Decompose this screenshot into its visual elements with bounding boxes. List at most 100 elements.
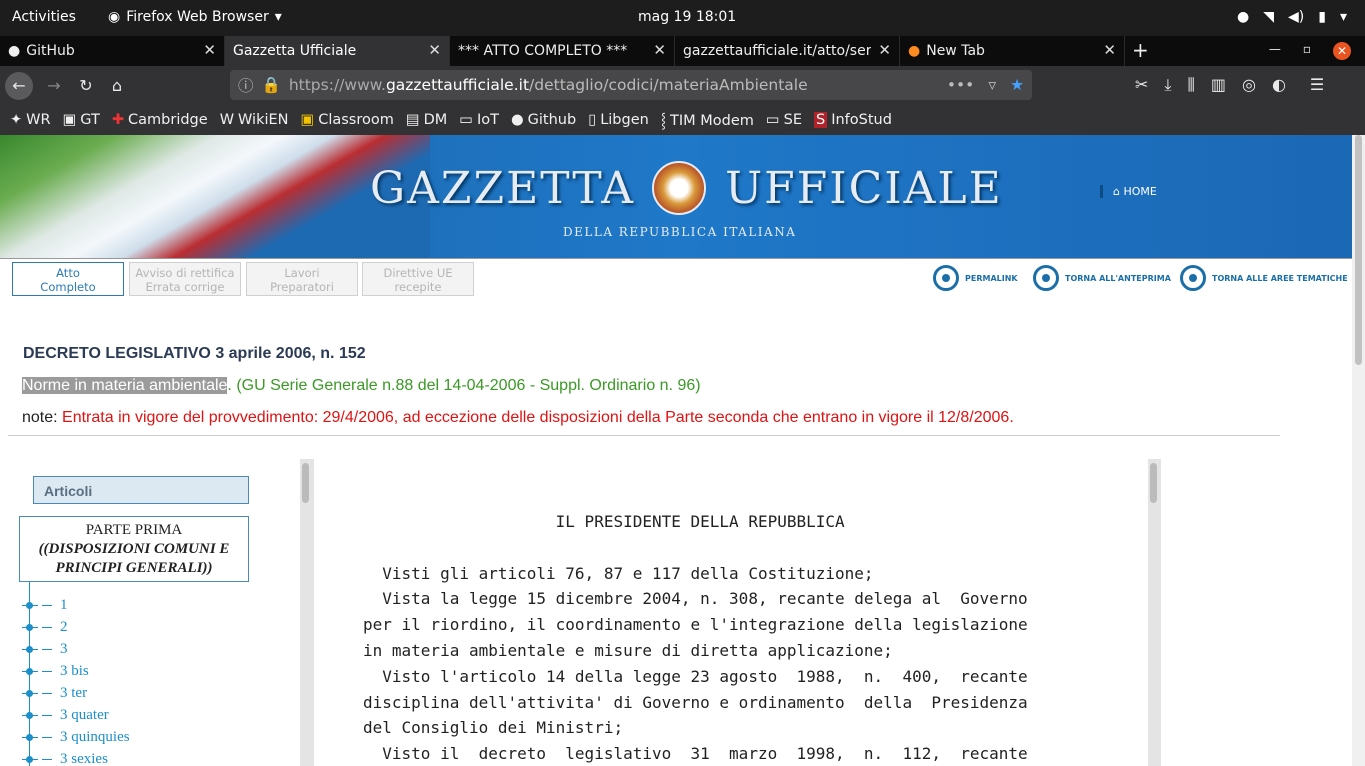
preview-icon: [1033, 265, 1059, 291]
firefox-icon: ●: [908, 43, 921, 59]
sidebar-icon[interactable]: ▥: [1211, 75, 1226, 95]
info-icon[interactable]: ⓘ: [238, 74, 254, 96]
torna-aree-tematiche-link[interactable]: TORNA ALLE AREE TEMATICHE: [1180, 265, 1348, 291]
tree-node-icon: [22, 733, 38, 741]
tab-atto-completo[interactable]: *** ATTO COMPLETO *** ✕: [450, 36, 675, 66]
bookmark-infostud[interactable]: S InfoStud: [814, 111, 892, 128]
pocket-icon[interactable]: ▿: [988, 76, 996, 94]
article-link[interactable]: 3 quinquies: [22, 727, 130, 747]
activities-button[interactable]: Activities: [12, 9, 76, 25]
minimize-button[interactable]: —: [1269, 42, 1281, 60]
tree-node-icon: [22, 623, 38, 631]
bookmark-iot[interactable]: ▭ IoT: [459, 112, 499, 128]
close-icon[interactable]: ✕: [428, 41, 441, 59]
chevron-down-icon: ▾: [274, 9, 282, 25]
articoli-header[interactable]: Articoli: [33, 476, 249, 504]
back-button[interactable]: ←: [5, 72, 33, 100]
document-toolbar: Atto Completo Avviso di rettifica Errata c…: [0, 258, 1352, 298]
library-icon[interactable]: ⫼: [1187, 75, 1194, 95]
article-link[interactable]: 3 bis: [22, 661, 89, 681]
account-icon[interactable]: ◎: [1242, 75, 1256, 95]
toolbar-right: ✂ ⤓ ⫼ ▥ ◎ ◐ ☰: [1135, 75, 1324, 95]
errata-corrige-button[interactable]: Avviso di rettifica Errata corrige: [129, 262, 241, 296]
close-icon[interactable]: ✕: [203, 41, 216, 59]
download-icon[interactable]: ⤓: [1164, 75, 1171, 95]
article-link[interactable]: 2: [22, 617, 68, 637]
new-tab-button[interactable]: +: [1132, 38, 1149, 62]
document-title: DECRETO LEGISLATIVO 3 aprile 2006, n. 15…: [23, 345, 366, 362]
classroom-icon: ▣: [300, 111, 315, 128]
tree-node-icon: [22, 689, 38, 697]
bookmark-star-icon[interactable]: ★: [1010, 76, 1024, 94]
bookmark-cambridge[interactable]: ✚ Cambridge: [112, 112, 208, 128]
document-body: IL PRESIDENTE DELLA REPUBBLICA Visti gli…: [363, 512, 1028, 764]
tab-bar: ● GitHub ✕ Gazzetta Ufficiale ✕ *** ATTO CO…: [0, 36, 1365, 66]
wifi-icon: ◥: [1263, 9, 1275, 25]
site-subtitle: DELLA REPUBBLICA ITALIANA: [563, 225, 797, 239]
articles-index: Articoli PARTE PRIMA ((DISPOSIZIONI COMUN…: [0, 460, 290, 766]
system-top-bar: Activities ◉ Firefox Web Browser ▾ mag 19 …: [0, 0, 1365, 36]
site-banner: GAZZETTA UFFICIALE DELLA REPUBBLICA ITALI…: [0, 135, 1352, 258]
clock[interactable]: mag 19 18:01: [638, 9, 736, 25]
tab-new-tab[interactable]: ● New Tab ✕: [900, 36, 1125, 66]
article-link[interactable]: 3 ter: [22, 683, 87, 703]
tab-gazzetta[interactable]: Gazzetta Ufficiale ✕: [225, 36, 450, 66]
infostud-icon: S: [814, 111, 828, 128]
bookmark-classroom[interactable]: ▣ Classroom: [301, 112, 394, 128]
bookmark-wr[interactable]: ✦ WR: [10, 112, 51, 128]
chevron-down-icon: ▾: [1339, 9, 1347, 25]
lavori-preparatori-button[interactable]: Lavori Preparatori: [246, 262, 358, 296]
scrollbar-right[interactable]: [1150, 463, 1157, 503]
article-link[interactable]: 1: [22, 595, 68, 615]
close-icon[interactable]: ✕: [1103, 41, 1116, 59]
page-scrollbar[interactable]: [1352, 135, 1365, 766]
bookmark-gt[interactable]: ▣ GT: [63, 112, 100, 128]
parte-prima-section[interactable]: PARTE PRIMA ((DISPOSIZIONI COMUNI E PRINCI…: [19, 516, 249, 582]
globe-icon: ●: [1237, 9, 1250, 25]
bookmarks-bar: ✦ WR ▣ GT ✚ Cambridge W WikiEN ▣ Classroom ▤ D…: [0, 104, 1365, 135]
book-icon: ▯: [588, 111, 597, 128]
lock-icon[interactable]: 🔒: [262, 76, 281, 94]
close-icon[interactable]: ✕: [878, 41, 891, 59]
atto-completo-button[interactable]: Atto Completo: [12, 262, 124, 296]
document-page: IL PRESIDENTE DELLA REPUBBLICA Visti gli…: [314, 459, 1148, 766]
tab-gazzetta-atto[interactable]: gazzettaufficiale.it/atto/seri ✕: [675, 36, 900, 66]
close-icon[interactable]: ✕: [653, 41, 666, 59]
maximize-button[interactable]: ▫: [1303, 42, 1311, 60]
system-tray[interactable]: ● ◥ ◀) ▮ ▾: [1237, 9, 1347, 25]
scrollbar-left[interactable]: [302, 463, 309, 503]
forward-button[interactable]: →: [40, 72, 68, 100]
wikipedia-icon: W: [219, 111, 235, 128]
article-link[interactable]: 3 quater: [22, 705, 109, 725]
home-link[interactable]: ⌂ HOME: [1100, 185, 1157, 198]
page-actions-icon[interactable]: •••: [947, 76, 974, 94]
volume-icon: ◀): [1288, 9, 1305, 25]
article-link[interactable]: 3 sexies: [22, 749, 108, 766]
bookmark-tim-modem[interactable]: ⸾ TIM Modem: [661, 110, 754, 130]
tree-node-icon: [22, 755, 38, 763]
home-button[interactable]: ⌂: [103, 72, 131, 100]
direttive-ue-button[interactable]: Direttive UE recepite: [362, 262, 474, 296]
scrollbar-thumb[interactable]: [1355, 135, 1362, 365]
bookmark-libgen[interactable]: ▯ Libgen: [588, 112, 649, 128]
screenshot-icon[interactable]: ✂: [1135, 75, 1148, 95]
reload-button[interactable]: ↻: [72, 72, 100, 100]
app-menu[interactable]: ◉ Firefox Web Browser ▾: [108, 9, 282, 25]
bookmark-wikien[interactable]: W WikiEN: [220, 112, 289, 128]
torna-anteprima-link[interactable]: TORNA ALL'ANTEPRIMA: [1033, 265, 1171, 291]
extension-icon[interactable]: ◐: [1272, 75, 1286, 95]
translate-icon: ▣: [62, 111, 77, 128]
close-window-button[interactable]: ✕: [1333, 42, 1351, 60]
bookmark-dm[interactable]: ▤ DM: [406, 112, 447, 128]
tab-github[interactable]: ● GitHub ✕: [0, 36, 225, 66]
bookmark-se[interactable]: ▭ SE: [766, 112, 802, 128]
permalink-link[interactable]: PERMALINK: [933, 265, 1018, 291]
selected-text[interactable]: Norme in materia ambientale: [22, 377, 228, 394]
article-link[interactable]: 3: [22, 639, 68, 659]
url-actions: ••• ▿ ★: [947, 76, 1024, 94]
bookmark-github[interactable]: ● Github: [511, 112, 576, 128]
menu-icon[interactable]: ☰: [1310, 75, 1324, 95]
document-text-frame[interactable]: IL PRESIDENTE DELLA REPUBBLICA Visti gli…: [300, 459, 1161, 766]
url-bar[interactable]: ⓘ 🔒 https://www. gazzettaufficiale.it/det…: [230, 70, 1032, 100]
battery-icon: ▮: [1318, 9, 1326, 25]
